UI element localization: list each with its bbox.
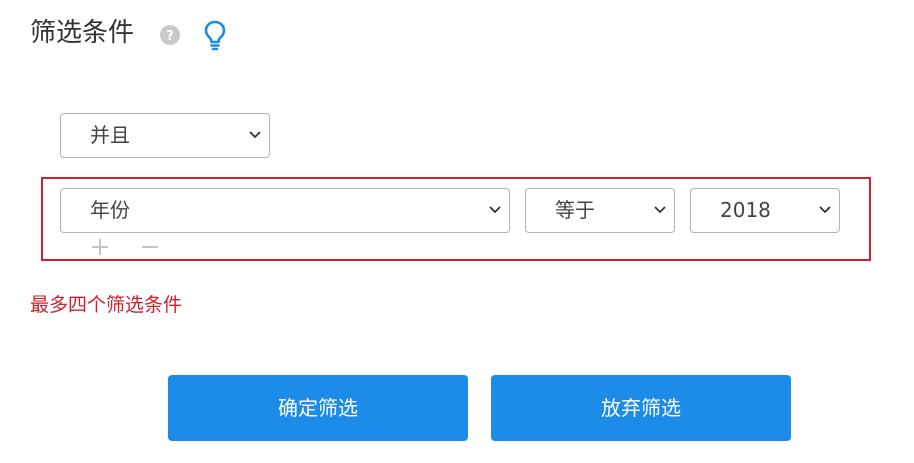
logic-select-value: 并且 [90, 123, 130, 147]
operator-select[interactable]: 等于 [525, 188, 675, 233]
question-circle-icon[interactable]: ? [159, 24, 181, 46]
page-title: 筛选条件 [30, 18, 135, 48]
value-select-value: 2018 [720, 198, 771, 222]
field-select[interactable]: 年份 [60, 188, 510, 233]
chevron-down-icon [249, 131, 261, 139]
minus-icon[interactable] [140, 237, 160, 257]
plus-icon[interactable] [90, 237, 110, 257]
discard-filter-button[interactable]: 放弃筛选 [491, 375, 791, 441]
logic-select[interactable]: 并且 [60, 113, 270, 158]
lightbulb-icon[interactable] [202, 19, 228, 51]
confirm-filter-button[interactable]: 确定筛选 [168, 375, 468, 441]
value-select[interactable]: 2018 [690, 188, 840, 233]
max-conditions-warning: 最多四个筛选条件 [30, 294, 183, 316]
chevron-down-icon [654, 206, 666, 214]
chevron-down-icon [489, 206, 501, 214]
field-select-value: 年份 [90, 198, 130, 222]
svg-text:?: ? [166, 29, 174, 44]
operator-select-value: 等于 [555, 198, 595, 222]
chevron-down-icon [819, 206, 831, 214]
